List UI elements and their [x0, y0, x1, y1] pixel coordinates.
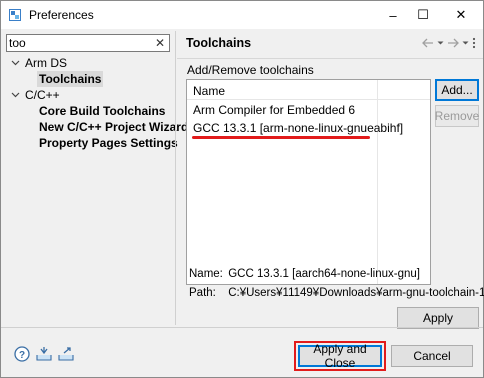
- page-title: Toolchains: [186, 36, 252, 50]
- header-separator: [177, 58, 483, 59]
- footer-separator: [1, 327, 483, 328]
- import-icon[interactable]: [36, 346, 52, 362]
- tree-item-toolchains[interactable]: Toolchains: [1, 71, 173, 87]
- tree-item-label: Core Build Toolchains: [39, 104, 166, 118]
- dropdown-icon[interactable]: [437, 37, 444, 52]
- preference-tree: Arm DS Toolchains C/C++ Core Build Toolc…: [1, 55, 188, 325]
- help-icon[interactable]: ?: [14, 346, 30, 362]
- tree-item-label: Arm DS: [25, 56, 67, 70]
- tree-item-core-build-toolchains[interactable]: Core Build Toolchains: [1, 103, 173, 119]
- header-line: [187, 99, 430, 100]
- preferences-window: Preferences – ☐ ✕ ✕ Arm DS Toolchains C/…: [0, 0, 484, 378]
- red-annotation-underline: [192, 136, 370, 139]
- export-icon[interactable]: [58, 346, 74, 362]
- name-value: GCC 13.3.1 [aarch64-none-linux-gnu]: [228, 268, 420, 280]
- tree-item-cpp[interactable]: C/C++: [1, 87, 173, 103]
- column-separator: [377, 80, 378, 284]
- tree-item-label: Toolchains: [37, 71, 104, 87]
- column-header-name[interactable]: Name: [193, 84, 225, 98]
- path-value: C:¥Users¥11149¥Downloads¥arm-gnu-toolcha…: [228, 287, 484, 299]
- apply-button[interactable]: Apply: [397, 307, 479, 329]
- page-nav: [421, 36, 477, 52]
- filter-input[interactable]: [9, 35, 149, 51]
- filter-field[interactable]: ✕: [6, 34, 170, 52]
- expand-arrow-icon[interactable]: [11, 87, 21, 103]
- toolchain-name-row: Name: GCC 13.3.1 [aarch64-none-linux-gnu…: [189, 268, 420, 280]
- app-icon: [9, 9, 21, 21]
- cancel-button[interactable]: Cancel: [391, 345, 473, 367]
- toolchain-path-row: Path: C:¥Users¥11149¥Downloads¥arm-gnu-t…: [189, 287, 484, 299]
- toolchain-list[interactable]: Name Arm Compiler for Embedded 6 GCC 13.…: [186, 79, 431, 285]
- list-item[interactable]: GCC 13.3.1 [arm-none-linux-gnueabihf]: [193, 121, 403, 135]
- tree-item-label: C/C++: [25, 88, 60, 102]
- dropdown-icon[interactable]: [462, 37, 469, 52]
- svg-text:?: ?: [19, 350, 25, 361]
- add-button[interactable]: Add...: [435, 79, 479, 101]
- page-header: Toolchains: [177, 31, 483, 57]
- close-button[interactable]: ✕: [443, 1, 479, 29]
- window-title: Preferences: [29, 8, 94, 22]
- tree-item-arm-ds[interactable]: Arm DS: [1, 55, 173, 71]
- section-label: Add/Remove toolchains: [187, 63, 314, 77]
- menu-icon[interactable]: [471, 37, 477, 52]
- forward-arrow-icon[interactable]: [446, 37, 460, 52]
- title-bar: Preferences – ☐ ✕: [1, 1, 483, 29]
- remove-button[interactable]: Remove: [435, 105, 479, 127]
- tree-item-label: New C/C++ Project Wizard: [39, 120, 189, 134]
- back-arrow-icon[interactable]: [421, 37, 435, 52]
- clear-filter-icon[interactable]: ✕: [154, 35, 166, 51]
- list-item[interactable]: Arm Compiler for Embedded 6: [193, 103, 355, 117]
- tree-item-new-project-wizard[interactable]: New C/C++ Project Wizard: [1, 119, 188, 135]
- path-key: Path:: [189, 287, 216, 299]
- expand-arrow-icon[interactable]: [11, 55, 21, 71]
- name-key: Name:: [189, 268, 223, 280]
- pane-divider[interactable]: [175, 31, 176, 325]
- maximize-button[interactable]: ☐: [405, 1, 441, 29]
- preference-page: Toolchains Add/Remove toolchains Name Ar…: [177, 31, 484, 329]
- tree-item-label: Property Pages Settings: [39, 136, 178, 150]
- tree-item-property-pages[interactable]: Property Pages Settings: [1, 135, 178, 151]
- apply-and-close-button[interactable]: Apply and Close: [298, 342, 382, 370]
